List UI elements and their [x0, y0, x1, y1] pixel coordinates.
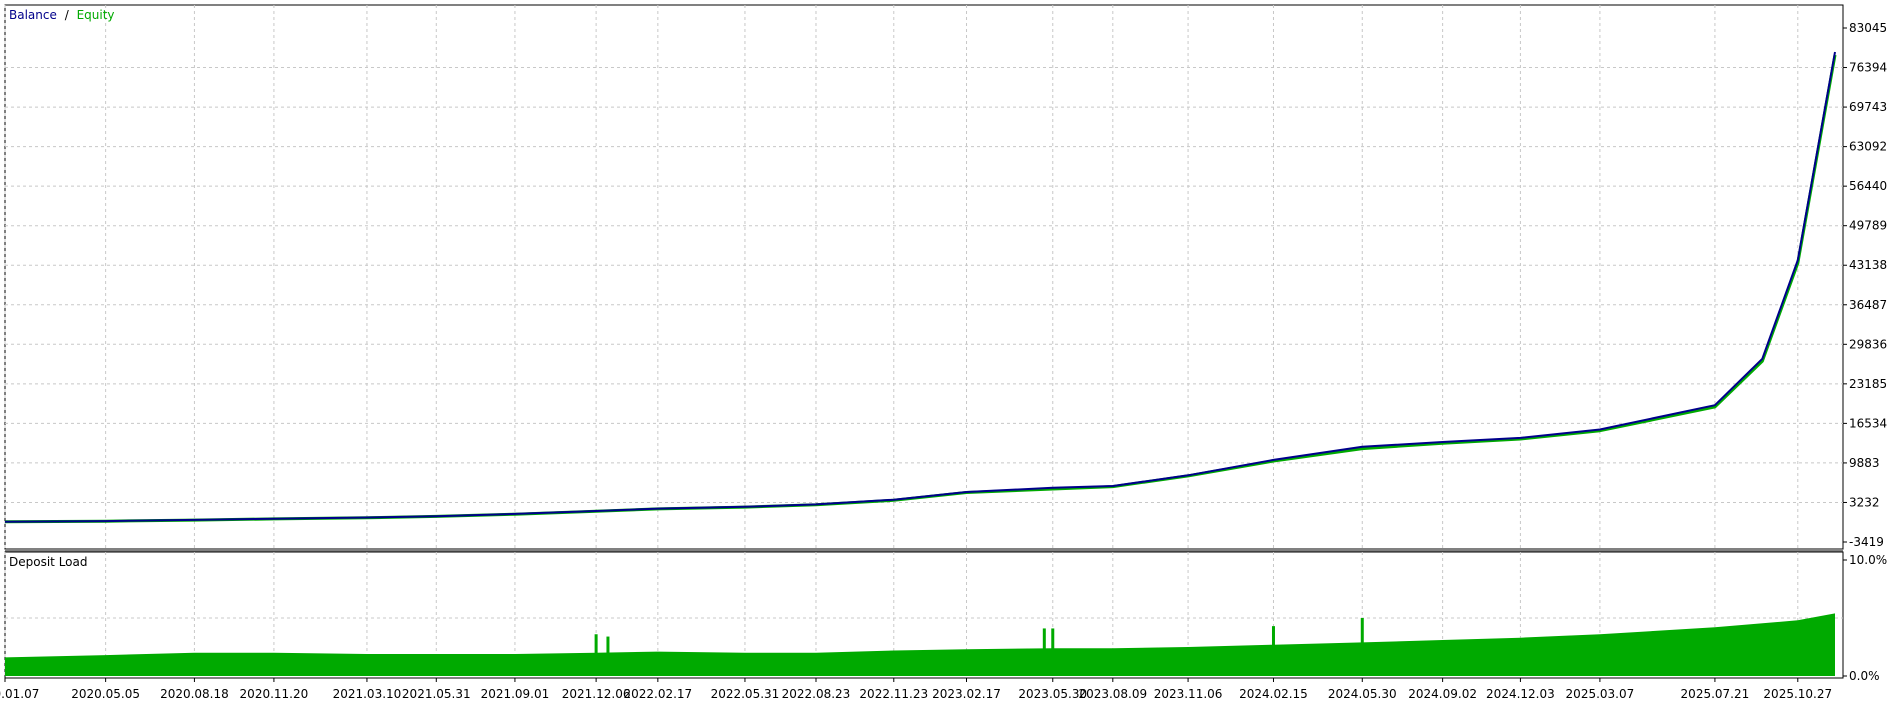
balance-y-axis: 83045 76394 69743 63092 56440 49789 43138 36487…: [1843, 21, 1887, 549]
x-tick-label: 2025.03.07: [1566, 687, 1635, 701]
balance-panel-frame: [4, 4, 1844, 550]
x-tick-label: 2023.11.06: [1154, 687, 1223, 701]
x-tick-label: 2024.09.02: [1408, 687, 1477, 701]
y-tick-label: 16534: [1849, 416, 1887, 430]
x-tick-label: 2022.05.31: [711, 687, 780, 701]
legend-balance: Balance: [9, 8, 57, 22]
x-tick-label: 2020.11.20: [240, 687, 309, 701]
chart-canvas: 83045 76394 69743 63092 56440 49789 43138 36487…: [0, 4, 1887, 701]
y-tick-label: -3419: [1849, 535, 1884, 549]
x-tick-label: 2022.02.17: [623, 687, 692, 701]
x-tick-label: 2021.03.10: [333, 687, 402, 701]
x-tick-label: 2025.07.21: [1681, 687, 1750, 701]
x-tick-label: 2024.12.03: [1486, 687, 1555, 701]
y-tick-label: 56440: [1849, 179, 1887, 193]
x-tick-label: 2024.05.30: [1328, 687, 1397, 701]
y-tick-label: 69743: [1849, 100, 1887, 114]
y-tick-label: 0.0%: [1849, 669, 1880, 683]
x-tick-label: 2021.05.31: [402, 687, 471, 701]
x-tick-label: 2023.08.09: [1078, 687, 1147, 701]
legend-equity: Equity: [77, 8, 115, 22]
strategy-tester-graph: 83045 76394 69743 63092 56440 49789 43138 36487…: [0, 0, 1893, 703]
x-tick-label: 2022.11.23: [859, 687, 928, 701]
y-tick-label: 63092: [1849, 140, 1887, 154]
y-tick-label: 43138: [1849, 258, 1887, 272]
y-tick-label: 49789: [1849, 219, 1887, 233]
x-tick-label: 2024.02.15: [1239, 687, 1308, 701]
x-tick-label: 2021.09.01: [481, 687, 550, 701]
y-tick-label: 9883: [1849, 456, 1880, 470]
x-tick-label: 2020.01.07: [0, 687, 39, 701]
x-tick-label: 2025.10.27: [1763, 687, 1832, 701]
x-tick-label: 2021.12.06: [562, 687, 631, 701]
x-tick-label: 2023.05.30: [1018, 687, 1087, 701]
y-tick-label: 83045: [1849, 21, 1887, 35]
x-tick-label: 2020.05.05: [71, 687, 140, 701]
deposit-load-y-axis: 10.0% 0.0%: [1843, 553, 1887, 683]
y-tick-label: 23185: [1849, 377, 1887, 391]
legend-separator: /: [65, 8, 70, 22]
x-tick-label: 2020.08.18: [160, 687, 229, 701]
y-tick-label: 10.0%: [1849, 553, 1887, 567]
x-tick-label: 2023.02.17: [932, 687, 1001, 701]
y-tick-label: 36487: [1849, 298, 1887, 312]
y-tick-label: 29836: [1849, 337, 1887, 351]
y-tick-label: 3232: [1849, 495, 1880, 509]
x-tick-label: 2022.08.23: [782, 687, 851, 701]
x-axis: 2020.01.07 2020.05.05 2020.08.18 2020.11.20…: [0, 678, 1832, 701]
deposit-load-title: Deposit Load: [9, 555, 87, 569]
y-tick-label: 76394: [1849, 61, 1887, 75]
